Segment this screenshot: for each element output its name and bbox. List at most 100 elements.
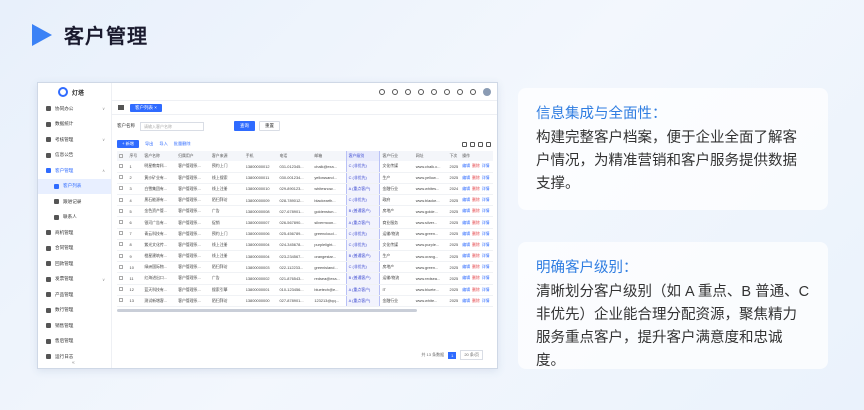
- table-row[interactable]: 5 金色资产管... 客户管理系... 广告 13800000008 027-678901…: [117, 205, 493, 218]
- row-checkbox[interactable]: [117, 272, 128, 285]
- delete-link[interactable]: 删除: [472, 231, 480, 236]
- table-row[interactable]: 3 白雪集团有... 客户管理系... 线上注册 13800000010 029-8901…: [117, 183, 493, 196]
- row-checkbox[interactable]: [117, 161, 128, 173]
- detail-link[interactable]: 详情: [482, 163, 490, 168]
- query-button[interactable]: 查询: [234, 121, 255, 131]
- delete-link[interactable]: 删除: [472, 220, 480, 225]
- message-icon[interactable]: [405, 88, 411, 95]
- detail-link[interactable]: 详情: [482, 231, 490, 236]
- sidebar-item[interactable]: 数行管理: [38, 303, 111, 319]
- help-icon[interactable]: [470, 88, 476, 95]
- bell-icon[interactable]: [418, 88, 424, 95]
- export-button[interactable]: 导出: [145, 141, 153, 147]
- detail-link[interactable]: 详情: [482, 298, 490, 303]
- edit-link[interactable]: 编辑: [462, 186, 470, 191]
- detail-link[interactable]: 详情: [482, 175, 490, 180]
- row-checkbox[interactable]: [117, 205, 128, 218]
- horizontal-scrollbar[interactable]: [117, 308, 417, 312]
- settings-icon[interactable]: [392, 88, 398, 95]
- table-row[interactable]: 2 黄沙矿业有... 客户管理系... 线上搜索 13800000011 030-0012…: [117, 172, 493, 184]
- collapse-button[interactable]: «: [72, 360, 75, 366]
- row-checkbox[interactable]: [117, 216, 128, 229]
- table-row[interactable]: 1 明星教育科... 客户管理系... 预约上门 13800000012 031-0123…: [117, 161, 493, 173]
- edit-link[interactable]: 编辑: [462, 197, 470, 202]
- delete-link[interactable]: 删除: [472, 175, 480, 180]
- edit-link[interactable]: 编辑: [462, 175, 470, 180]
- tab-customer-list[interactable]: 客户列表 ×: [130, 103, 162, 112]
- delete-link[interactable]: 删除: [472, 287, 480, 292]
- delete-link[interactable]: 删除: [472, 186, 480, 191]
- batch-delete-button[interactable]: 批量删除: [174, 141, 191, 147]
- sidebar-item[interactable]: 考核管理 ∨: [38, 132, 111, 148]
- row-checkbox[interactable]: [117, 172, 128, 184]
- import-button[interactable]: 导入: [159, 141, 167, 147]
- delete-link[interactable]: 删除: [472, 242, 480, 247]
- sidebar-item[interactable]: 协同办公 ∨: [38, 101, 111, 117]
- sidebar-item[interactable]: 销售管理: [38, 318, 111, 334]
- sidebar-item[interactable]: 售后管理: [38, 334, 111, 350]
- detail-link[interactable]: 详情: [482, 275, 490, 280]
- avatar[interactable]: [483, 87, 491, 96]
- row-checkbox[interactable]: [117, 239, 128, 252]
- table-row[interactable]: 6 银河广告有... 客户管理系... 促销 13800000007 026-567890…: [117, 216, 493, 229]
- table-row[interactable]: 10 绿洲国际物... 客户管理系... 陌扫拜访 13800000003 022-112…: [117, 261, 493, 274]
- layout-icon[interactable]: [431, 88, 437, 95]
- row-checkbox[interactable]: [117, 183, 128, 196]
- sidebar-item[interactable]: 产品管理: [38, 287, 111, 303]
- delete-link[interactable]: 删除: [472, 275, 480, 280]
- sidebar-item[interactable]: 回款管理: [38, 256, 111, 272]
- edit-link[interactable]: 编辑: [462, 163, 470, 168]
- detail-link[interactable]: 详情: [482, 242, 490, 247]
- delete-link[interactable]: 删除: [472, 298, 480, 303]
- detail-link[interactable]: 详情: [482, 208, 490, 213]
- row-checkbox[interactable]: [117, 194, 128, 207]
- delete-link[interactable]: 删除: [472, 197, 480, 202]
- reset-button[interactable]: 重置: [259, 121, 280, 131]
- sidebar-item[interactable]: 信息公告: [38, 148, 111, 164]
- columns-icon[interactable]: [478, 141, 483, 147]
- edit-link[interactable]: 编辑: [462, 264, 470, 269]
- sidebar-item[interactable]: 商机管理: [38, 225, 111, 241]
- table-row[interactable]: 12 蓝天科技有... 客户管理系... 搜索引擎 13800000001 010-123…: [117, 284, 493, 296]
- sidebar-item[interactable]: 跟进记录: [38, 194, 111, 210]
- search-icon[interactable]: [379, 88, 385, 95]
- filter-icon[interactable]: [462, 141, 467, 147]
- refresh-icon[interactable]: [470, 141, 475, 147]
- sidebar-item[interactable]: 合同管理: [38, 241, 111, 257]
- select-all-checkbox[interactable]: [117, 151, 128, 161]
- detail-link[interactable]: 详情: [482, 287, 490, 292]
- row-checkbox[interactable]: [117, 284, 128, 296]
- detail-link[interactable]: 详情: [482, 253, 490, 258]
- row-checkbox[interactable]: [117, 261, 128, 274]
- sidebar-item[interactable]: 发票管理 ∨: [38, 272, 111, 288]
- edit-link[interactable]: 编辑: [462, 231, 470, 236]
- delete-link[interactable]: 删除: [472, 264, 480, 269]
- add-button[interactable]: + 新增: [117, 140, 139, 148]
- edit-link[interactable]: 编辑: [462, 208, 470, 213]
- sidebar-item[interactable]: 客户管理 ∧: [38, 163, 111, 179]
- detail-link[interactable]: 详情: [482, 220, 490, 225]
- detail-link[interactable]: 详情: [482, 186, 490, 191]
- table-row[interactable]: 7 青云科技有... 客户管理系... 预约上门 13800000006 025-4567…: [117, 228, 493, 240]
- edit-link[interactable]: 编辑: [462, 287, 470, 292]
- pager-size-select[interactable]: 20 条/页: [460, 350, 483, 360]
- sidebar-item[interactable]: 数据统计: [38, 117, 111, 133]
- row-checkbox[interactable]: [117, 295, 128, 307]
- table-row[interactable]: 4 黑石能源有... 客户管理系... 陌扫拜访 13800000009 028-7890…: [117, 194, 493, 207]
- detail-link[interactable]: 详情: [482, 197, 490, 202]
- row-checkbox[interactable]: [117, 250, 128, 263]
- edit-link[interactable]: 编辑: [462, 220, 470, 225]
- edit-link[interactable]: 编辑: [462, 242, 470, 247]
- delete-link[interactable]: 删除: [472, 253, 480, 258]
- table-row[interactable]: 8 紫光文化传... 客户管理系... 线上注册 13800000004 024-3456…: [117, 239, 493, 252]
- detail-link[interactable]: 详情: [482, 264, 490, 269]
- table-row[interactable]: 9 橙星建筑有... 客户管理系... 线上注册 13800000004 023-2345…: [117, 250, 493, 263]
- sidebar-item[interactable]: 联系人: [38, 210, 111, 226]
- delete-link[interactable]: 删除: [472, 163, 480, 168]
- search-input[interactable]: 请输入客户名称: [140, 121, 204, 131]
- translate-icon[interactable]: [457, 88, 463, 95]
- edit-link[interactable]: 编辑: [462, 253, 470, 258]
- table-row[interactable]: 11 红海进出口... 客户管理系... 广告 13800000002 021-87654…: [117, 272, 493, 285]
- edit-link[interactable]: 编辑: [462, 298, 470, 303]
- row-checkbox[interactable]: [117, 228, 128, 240]
